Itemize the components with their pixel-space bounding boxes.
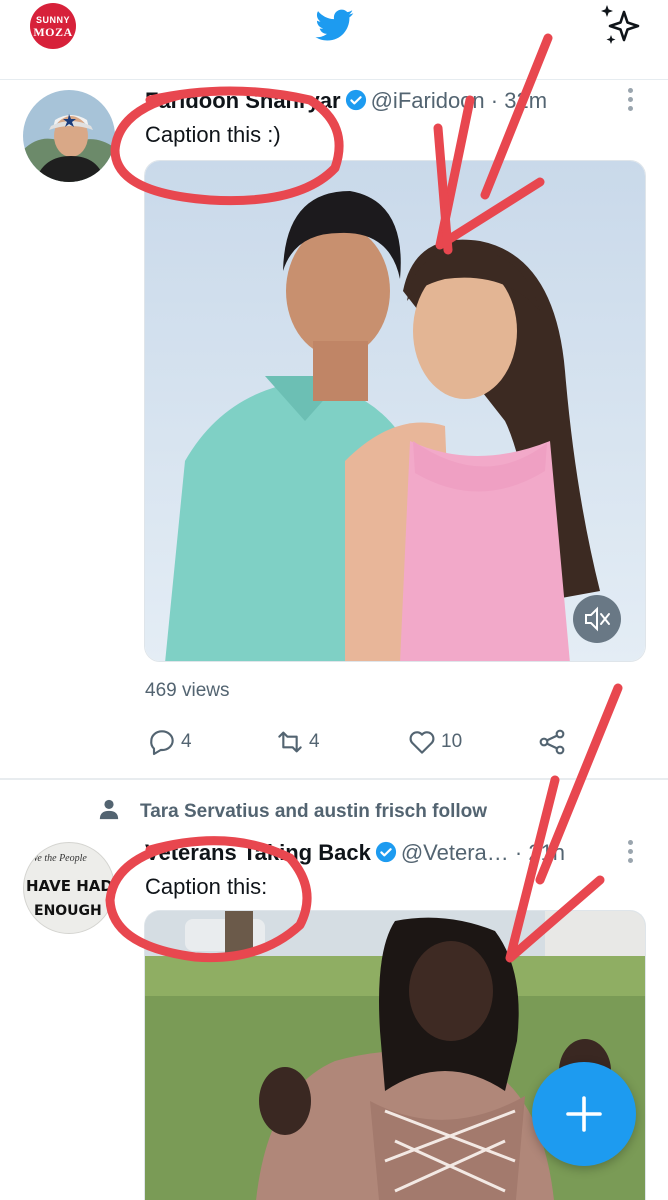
tweet-timestamp[interactable]: 21h bbox=[528, 840, 565, 865]
author-name[interactable]: Veterans Taking Back bbox=[145, 840, 371, 865]
more-options-icon[interactable] bbox=[626, 840, 634, 866]
author-handle[interactable]: @Vetera… bbox=[401, 840, 509, 865]
tweet-header: Veterans Taking Back @Vetera… · 21h bbox=[145, 840, 565, 866]
tweet-2[interactable]: Tara Servatius and austin frisch follow … bbox=[0, 0, 668, 1200]
social-context[interactable]: Tara Servatius and austin frisch follow bbox=[98, 798, 487, 823]
tweet-text: Caption this: bbox=[145, 874, 268, 899]
avatar-line2: HAVE HAD bbox=[26, 877, 113, 895]
plus-icon bbox=[566, 1096, 602, 1132]
author-avatar[interactable]: We the People HAVE HAD ENOUGH bbox=[23, 842, 115, 934]
social-context-text: Tara Servatius and austin frisch follow bbox=[140, 801, 488, 822]
verified-badge-icon bbox=[375, 841, 396, 863]
avatar-line3: ENOUGH bbox=[34, 903, 102, 919]
compose-tweet-button[interactable] bbox=[532, 1062, 636, 1166]
person-icon bbox=[99, 799, 119, 820]
avatar-line1: We the People bbox=[30, 853, 87, 864]
header-separator: · bbox=[514, 840, 523, 865]
